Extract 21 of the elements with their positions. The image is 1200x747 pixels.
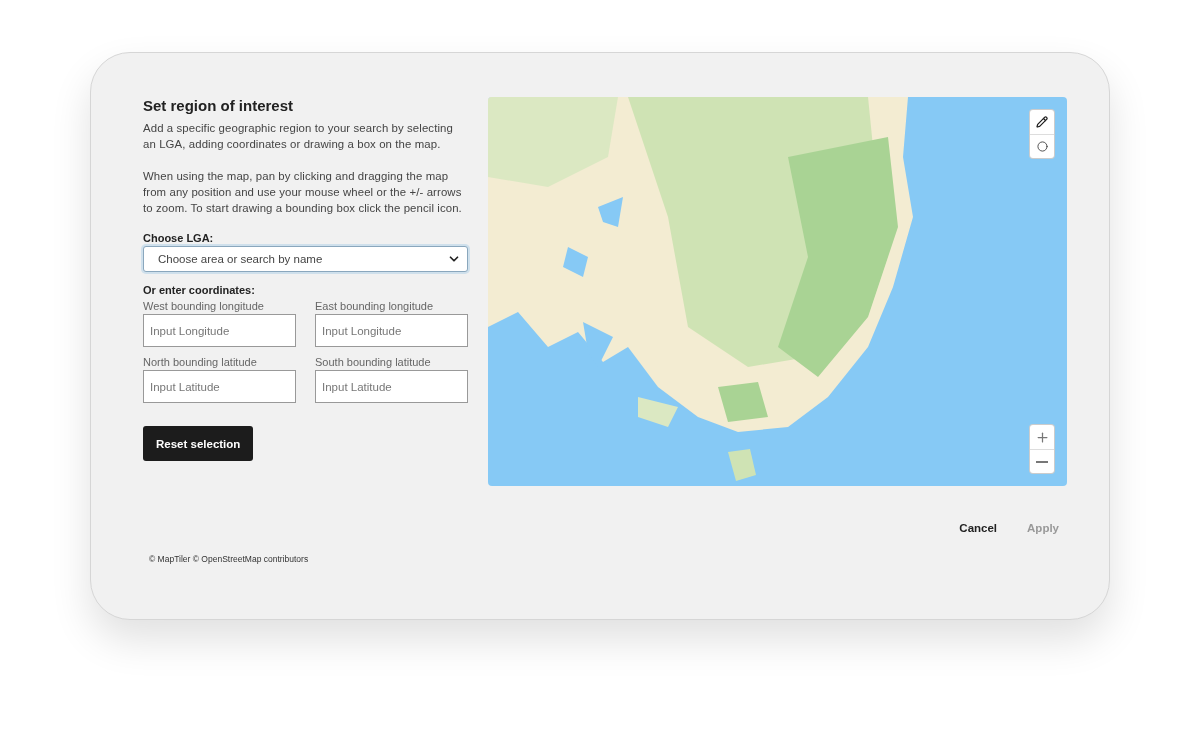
- lga-select[interactable]: Choose area or search by name: [143, 246, 468, 272]
- coordinate-input[interactable]: Input Longitude: [315, 314, 468, 347]
- plus-icon: [1034, 429, 1050, 445]
- map-attribution: © MapTiler © OpenStreetMap contributors: [149, 554, 309, 564]
- reset-selection-button[interactable]: Reset selection: [143, 426, 254, 461]
- field-label: North bounding latitude: [143, 356, 258, 368]
- pencil-icon: [1036, 116, 1048, 128]
- field-label: East bounding longitude: [315, 300, 435, 312]
- section-label: Or enter coordinates:: [143, 284, 256, 296]
- coordinate-input[interactable]: Input Latitude: [315, 370, 468, 403]
- coordinate-input[interactable]: Input Latitude: [143, 370, 296, 403]
- dialog-title: Set region of interest: [143, 97, 295, 114]
- field-label: South bounding latitude: [315, 356, 432, 368]
- instructions-text: Add a specific geographic region to your search by selecting an LGA, adding coordinates or drawing a box on the map.: [143, 121, 454, 152]
- minus-icon: [1036, 460, 1048, 463]
- coordinate-input[interactable]: Input Longitude: [143, 314, 296, 347]
- circle-icon: [1036, 141, 1048, 152]
- field-label: Choose LGA:: [143, 232, 215, 244]
- field-label: West bounding longitude: [143, 300, 265, 312]
- instructions-text: When using the map, pan by clicking and dragging the map from any position and use your mouse wheel or the +/- arrows to zoom. To start drawing a bounding box click the pencil icon.: [143, 169, 463, 216]
- action-button[interactable]: Cancel: [959, 522, 998, 534]
